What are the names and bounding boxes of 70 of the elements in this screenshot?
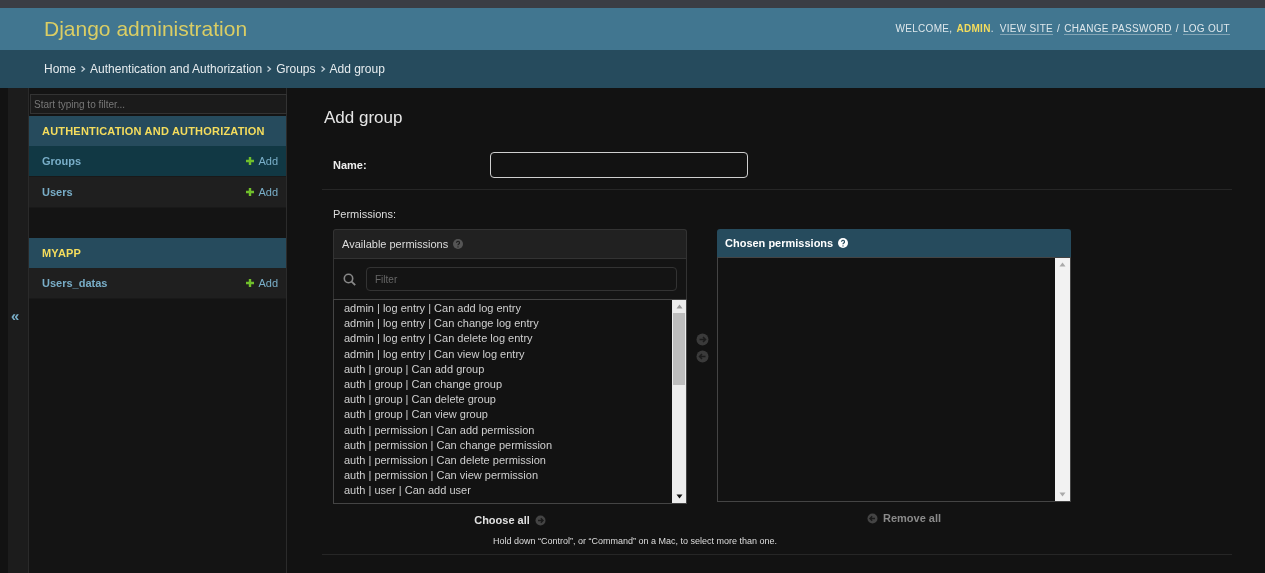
welcome-text: WELCOME,: [895, 23, 953, 34]
name-label: Name:: [333, 159, 368, 171]
scrollbar[interactable]: [1055, 258, 1070, 501]
selector-title: Available permissions: [342, 238, 449, 250]
user-name: ADMIN: [956, 23, 991, 34]
permission-option[interactable]: auth | group | Can add group: [344, 361, 672, 377]
add-link[interactable]: Add: [245, 155, 278, 167]
plus-icon: [245, 278, 256, 288]
permission-option[interactable]: auth | group | Can delete group: [344, 392, 672, 408]
permission-list[interactable]: [333, 299, 687, 504]
chevron-icon: [319, 65, 326, 73]
collapse-sidebar-button[interactable]: «: [8, 307, 20, 324]
sidebar-row[interactable]: Groups Add: [29, 146, 286, 177]
page-title: Add group: [324, 108, 404, 128]
chosen-list[interactable]: [717, 257, 1071, 502]
breadcrumb-link[interactable]: Home: [44, 62, 76, 76]
left-arrow-icon: [866, 512, 878, 524]
chevron-icon: [266, 65, 273, 73]
name-field[interactable]: [490, 152, 748, 178]
model-link[interactable]: Groups: [42, 155, 82, 167]
module-caption[interactable]: AUTHENTICATION AND AUTHORIZATION: [29, 116, 286, 146]
help-text: Hold down “Control”, or “Command” on a Mac, to select more than one.: [492, 535, 778, 546]
permission-option[interactable]: auth | group | Can change group: [344, 377, 672, 393]
scroll-down-icon: [675, 494, 683, 499]
selector-title: Chosen permissions: [725, 237, 834, 249]
choose-all-link[interactable]: Choose all: [333, 504, 687, 526]
user-link[interactable]: VIEW SITE: [999, 23, 1054, 35]
scroll-up-icon: [675, 304, 683, 309]
breadcrumb-current: Add group: [329, 62, 385, 76]
sidebar-row[interactable]: Users_datas Add: [29, 268, 286, 299]
permission-option[interactable]: admin | log entry | Can change log entry: [344, 316, 672, 332]
module-caption[interactable]: MYAPP: [29, 238, 286, 268]
scrollbar[interactable]: [672, 300, 686, 503]
permission-option[interactable]: auth | user | Can add user: [344, 483, 672, 499]
filter-field[interactable]: Filter: [366, 267, 677, 291]
permission-option[interactable]: auth | group | Can view group: [344, 407, 672, 423]
help-icon: [838, 238, 849, 248]
permission-option[interactable]: auth | permission | Can view permission: [344, 468, 672, 484]
separator: /: [1057, 23, 1061, 34]
add-link[interactable]: Add: [245, 277, 278, 289]
breadcrumb-link[interactable]: Groups: [276, 62, 316, 76]
permission-option[interactable]: auth | permission | Can delete permission: [344, 453, 672, 469]
chevron-icon: [80, 65, 86, 73]
permission-option[interactable]: admin | log entry | Can delete log entry: [344, 331, 672, 347]
help-icon: [453, 239, 464, 249]
plus-icon: [245, 187, 256, 197]
permissions-label: Permissions:: [333, 208, 396, 220]
add-link[interactable]: Add: [245, 186, 278, 198]
user-link[interactable]: LOG OUT: [1182, 23, 1230, 35]
left-arrow-icon: [695, 349, 709, 363]
model-link[interactable]: Users: [42, 186, 73, 198]
permission-option[interactable]: admin | log entry | Can view log entry: [344, 346, 672, 362]
search-icon: [343, 272, 356, 286]
remove-all-link[interactable]: Remove all: [717, 502, 1071, 524]
breadcrumb-link[interactable]: Authentication and Authorization: [90, 62, 263, 76]
permission-option[interactable]: admin | log entry | Can add log entry: [344, 301, 672, 317]
user-link[interactable]: CHANGE PASSWORD: [1064, 23, 1172, 35]
right-arrow-icon: [534, 514, 546, 526]
sidebar-filter-field[interactable]: Start typing to filter...: [30, 94, 287, 114]
model-link[interactable]: Users_datas: [42, 277, 108, 289]
scroll-up-icon: [1059, 262, 1066, 267]
scroll-down-icon: [1059, 492, 1066, 497]
right-arrow-icon: [695, 332, 709, 346]
permission-option[interactable]: auth | permission | Can change permission: [344, 437, 672, 454]
sidebar-row[interactable]: Users Add: [29, 177, 286, 208]
scrollbar-thumb[interactable]: [673, 313, 685, 385]
permission-option[interactable]: auth | permission | Can add permission: [344, 422, 672, 438]
punctuation: .: [990, 23, 994, 34]
plus-icon: [245, 156, 256, 166]
separator: /: [1175, 23, 1179, 34]
